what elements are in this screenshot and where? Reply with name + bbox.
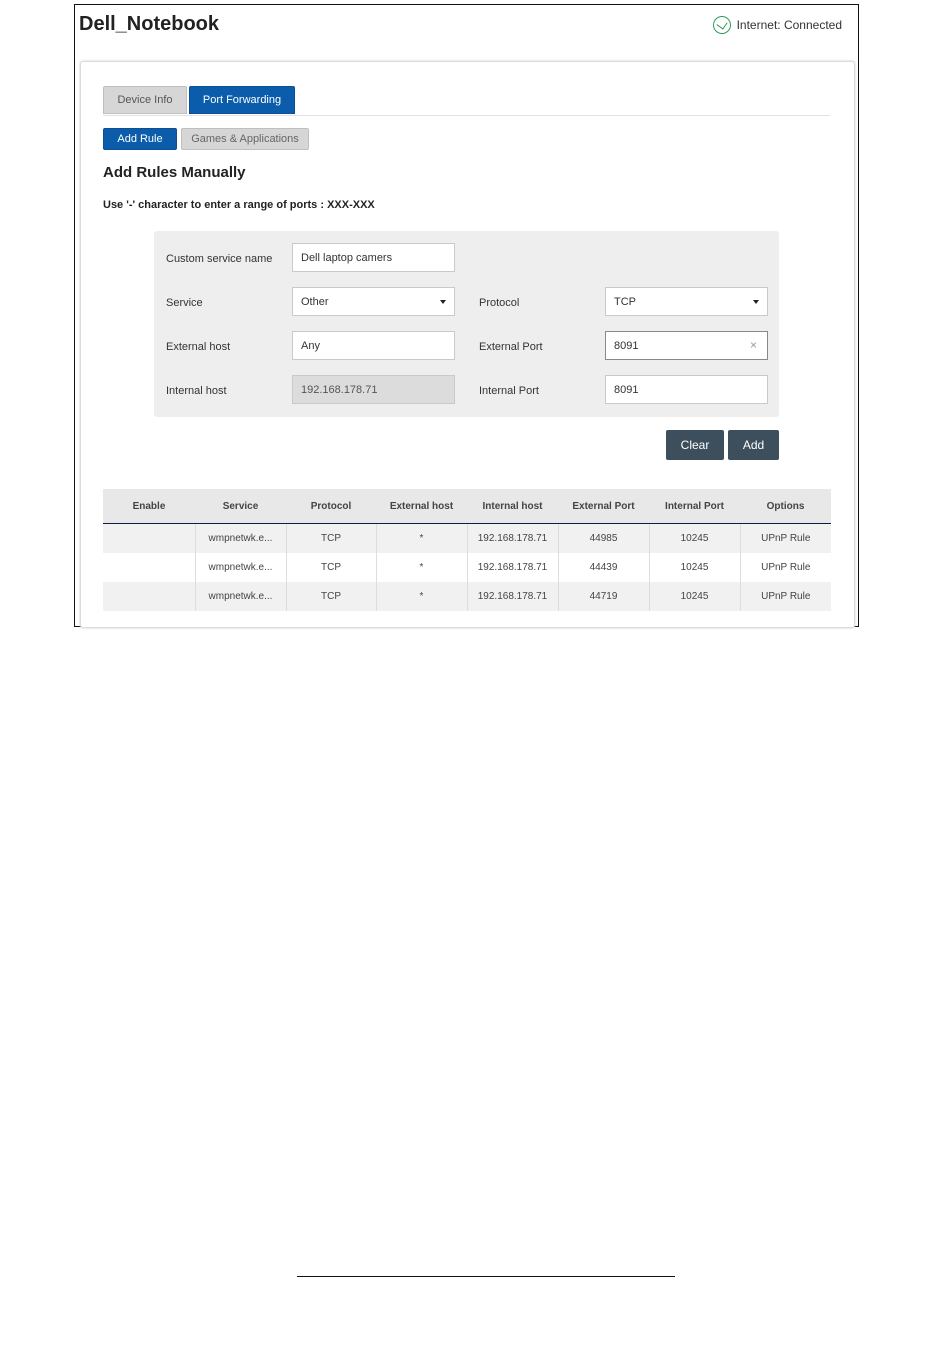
chevron-down-icon — [753, 300, 759, 304]
internal-port-cell: 10245 — [648, 523, 740, 553]
app-title: Dell_Notebook — [79, 13, 220, 35]
enable-cell[interactable] — [103, 553, 195, 582]
column-header-options: Options — [740, 489, 831, 524]
external-host-input[interactable]: Any — [292, 331, 455, 360]
chevron-down-icon — [440, 300, 446, 304]
add-rule-form: Custom service name Dell laptop camers S… — [154, 231, 779, 417]
protocol-cell: TCP — [285, 523, 376, 553]
subtab-add-rule[interactable]: Add Rule — [103, 128, 177, 150]
external-port-cell: 44439 — [557, 553, 649, 582]
protocol-cell: TCP — [285, 553, 376, 582]
internal-host-value: 192.168.178.71 — [301, 383, 378, 396]
custom-service-name-value: Dell laptop camers — [301, 251, 393, 264]
internal-port-cell: 10245 — [648, 553, 740, 582]
main-panel: Device Info Port Forwarding Add Rule Gam… — [80, 61, 855, 628]
internal-host-cell: 192.168.178.71 — [466, 553, 558, 582]
internal-port-value: 8091 — [614, 383, 639, 396]
router-window: Dell_Notebook Internet: Connected Device… — [74, 4, 859, 628]
enable-cell[interactable] — [103, 523, 195, 553]
top-bar: Dell_Notebook Internet: Connected — [75, 5, 858, 59]
tab-bar: Device Info Port Forwarding — [103, 86, 297, 114]
internal-host-cell: 192.168.178.71 — [466, 582, 558, 611]
clear-button[interactable]: Clear — [666, 430, 724, 460]
custom-service-name-label: Custom service name — [166, 253, 273, 265]
column-header-external-host: External host — [376, 489, 467, 524]
table-header-row: Enable Service Protocol External host In… — [103, 489, 831, 524]
external-port-label: External Port — [479, 341, 543, 353]
internal-port-input[interactable]: 8091 — [605, 375, 768, 404]
internal-host-label: Internal host — [166, 385, 227, 397]
internet-status: Internet: Connected — [712, 16, 842, 34]
service-value: Other — [301, 295, 329, 308]
column-header-protocol: Protocol — [286, 489, 376, 524]
column-header-external-port: External Port — [558, 489, 649, 524]
service-cell: wmpnetwk.e... — [194, 553, 286, 582]
service-cell: wmpnetwk.e... — [194, 523, 286, 553]
external-port-cell: 44719 — [557, 582, 649, 611]
tab-port-forwarding[interactable]: Port Forwarding — [189, 86, 295, 114]
table-row[interactable]: wmpnetwk.e... TCP * 192.168.178.71 44439… — [103, 553, 831, 582]
options-cell: UPnP Rule — [739, 553, 831, 582]
internal-port-cell: 10245 — [648, 582, 740, 611]
service-select[interactable]: Other — [292, 287, 455, 316]
service-label: Service — [166, 297, 203, 309]
external-port-input[interactable]: 8091 × — [605, 331, 768, 360]
external-host-cell: * — [375, 582, 467, 611]
tab-device-info[interactable]: Device Info — [103, 86, 187, 114]
internal-host-cell: 192.168.178.71 — [466, 523, 558, 553]
enable-cell[interactable] — [103, 582, 195, 611]
external-port-value: 8091 — [614, 339, 639, 352]
column-header-internal-host: Internal host — [467, 489, 558, 524]
protocol-label: Protocol — [479, 297, 520, 309]
internal-host-input: 192.168.178.71 — [292, 375, 455, 404]
port-range-hint: Use '-' character to enter a range of po… — [103, 199, 375, 211]
rules-table: Enable Service Protocol External host In… — [103, 489, 831, 611]
internet-status-text: Internet: Connected — [736, 18, 842, 32]
section-title: Add Rules Manually — [103, 164, 246, 181]
custom-service-name-input[interactable]: Dell laptop camers — [292, 243, 455, 272]
connected-globe-icon — [712, 16, 731, 34]
table-row[interactable]: wmpnetwk.e... TCP * 192.168.178.71 44985… — [103, 523, 831, 553]
external-host-cell: * — [375, 523, 467, 553]
options-cell: UPnP Rule — [739, 582, 831, 611]
column-header-enable: Enable — [103, 489, 195, 524]
service-cell: wmpnetwk.e... — [194, 582, 286, 611]
external-host-cell: * — [375, 553, 467, 582]
clear-input-icon[interactable]: × — [750, 338, 757, 352]
subtab-bar: Add Rule Games & Applications — [103, 128, 313, 150]
external-port-cell: 44985 — [557, 523, 649, 553]
external-host-value: Any — [301, 339, 320, 352]
column-header-service: Service — [195, 489, 286, 524]
tab-divider — [103, 115, 830, 116]
internal-port-label: Internal Port — [479, 385, 539, 397]
options-cell: UPnP Rule — [739, 523, 831, 553]
subtab-games-applications[interactable]: Games & Applications — [181, 128, 309, 150]
table-row[interactable]: wmpnetwk.e... TCP * 192.168.178.71 44719… — [103, 582, 831, 611]
column-header-internal-port: Internal Port — [649, 489, 740, 524]
protocol-cell: TCP — [285, 582, 376, 611]
protocol-select[interactable]: TCP — [605, 287, 768, 316]
footnote-divider — [297, 1276, 675, 1277]
protocol-value: TCP — [614, 295, 636, 308]
external-host-label: External host — [166, 341, 231, 353]
add-button[interactable]: Add — [728, 430, 779, 460]
